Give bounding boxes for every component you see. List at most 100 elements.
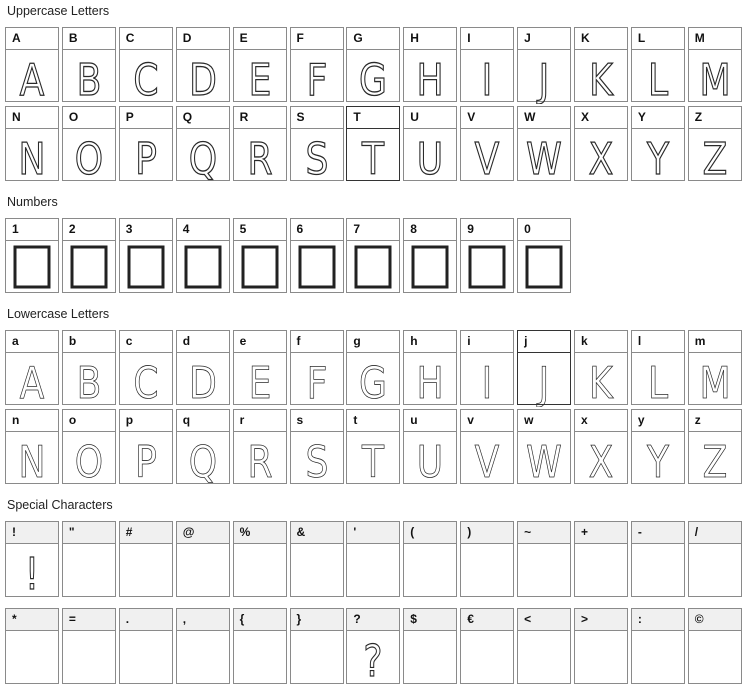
- glyph-cell-lowercase-16: qQ: [175, 409, 230, 486]
- glyph-preview: P: [120, 129, 172, 183]
- glyph-label: 6: [290, 219, 343, 241]
- glyph-preview: L: [632, 50, 684, 104]
- glyph-label: 4: [176, 219, 229, 241]
- svg-text:L: L: [648, 358, 669, 406]
- glyph-preview: [234, 631, 286, 683]
- svg-text:W: W: [526, 134, 562, 182]
- glyph-preview: Z: [689, 432, 741, 486]
- glyph-preview: [461, 631, 513, 683]
- glyph-cell-special-12: /: [687, 521, 742, 597]
- svg-text:T: T: [361, 437, 384, 485]
- glyph-preview: [461, 241, 513, 292]
- glyph-label: .: [119, 609, 172, 631]
- glyph-preview: [234, 544, 286, 596]
- glyph-preview: [347, 241, 399, 292]
- glyph-label: &: [290, 522, 343, 544]
- glyph-cell-lowercase-24: yY: [630, 409, 685, 486]
- svg-text:Q: Q: [188, 134, 216, 182]
- glyph-cell-uppercase-15: PP: [118, 106, 173, 183]
- glyph-cell-uppercase-2: CC: [118, 27, 173, 104]
- glyph-label: #: [119, 522, 172, 544]
- glyph-cell-uppercase-24: YY: [630, 106, 685, 183]
- glyph-cell-lowercase-4: eE: [232, 330, 287, 407]
- glyph-cell-uppercase-20: UU: [403, 106, 458, 183]
- glyph-cell-uppercase-6: GG: [346, 27, 401, 104]
- svg-text:Q: Q: [188, 437, 216, 485]
- glyph-label: (: [404, 522, 457, 544]
- svg-text:A: A: [20, 55, 45, 103]
- glyph-preview: !: [6, 544, 58, 598]
- glyph-cell-special-23: >: [574, 608, 628, 684]
- svg-text:R: R: [247, 134, 272, 182]
- glyph-preview: B: [63, 50, 115, 104]
- glyph-cell-lowercase-6: gG: [346, 330, 401, 407]
- glyph-preview: J: [518, 353, 570, 407]
- glyph-label: $: [404, 609, 457, 631]
- glyph-label: ': [347, 522, 400, 544]
- glyph-cell-lowercase-3: dD: [175, 330, 230, 407]
- glyph-cell-lowercase-2: cC: [118, 330, 173, 407]
- glyph-label: €: [461, 609, 514, 631]
- glyph-cell-uppercase-18: SS: [289, 106, 344, 183]
- svg-text:F: F: [306, 55, 327, 103]
- glyph-label: 3: [119, 219, 172, 241]
- svg-text:N: N: [19, 437, 46, 485]
- glyph-preview: [518, 544, 570, 596]
- svg-text:X: X: [589, 134, 614, 182]
- glyph-preview: H: [404, 353, 456, 407]
- svg-text:K: K: [589, 358, 614, 406]
- glyph-cell-lowercase-18: sS: [289, 409, 344, 486]
- glyph-label: 5: [233, 219, 286, 241]
- glyph-cell-special-5: &: [289, 521, 344, 597]
- glyph-label: 2: [62, 219, 115, 241]
- glyph-cell-lowercase-1: bB: [61, 330, 116, 407]
- svg-text:X: X: [589, 437, 614, 485]
- glyph-preview: F: [291, 50, 343, 104]
- svg-text:V: V: [475, 437, 500, 485]
- glyph-label: ": [62, 522, 115, 544]
- numbers-section-title: Numbers: [7, 195, 58, 209]
- glyph-preview: [575, 631, 627, 683]
- glyph-preview: Y: [632, 432, 684, 486]
- glyph-preview: [632, 544, 684, 596]
- glyph-cell-uppercase-19: TT: [346, 106, 401, 183]
- glyph-preview: A: [6, 353, 58, 407]
- glyph-cell-lowercase-20: uU: [403, 409, 458, 486]
- svg-text:V: V: [475, 134, 500, 182]
- glyph-cell-uppercase-17: RR: [232, 106, 287, 183]
- glyph-label: =: [62, 609, 115, 631]
- glyph-preview: [120, 544, 172, 596]
- glyph-label: <: [518, 609, 571, 631]
- glyph-preview: [177, 241, 229, 292]
- svg-text:B: B: [77, 55, 102, 103]
- svg-text:Z: Z: [702, 437, 727, 485]
- special-section-title: Special Characters: [7, 498, 113, 512]
- glyph-cell-uppercase-8: II: [460, 27, 515, 104]
- svg-text:?: ?: [364, 637, 383, 685]
- glyph-cell-special-16: ,: [175, 608, 230, 684]
- svg-text:S: S: [305, 437, 328, 485]
- glyph-preview: C: [120, 353, 172, 407]
- glyph-label: /: [688, 522, 741, 544]
- glyph-label: 8: [404, 219, 457, 241]
- glyph-cell-special-24: :: [630, 608, 685, 684]
- glyph-cell-lowercase-19: tT: [346, 409, 401, 486]
- glyph-cell-uppercase-9: JJ: [517, 27, 572, 104]
- glyph-preview: M: [689, 353, 741, 407]
- glyph-label: >: [575, 609, 627, 631]
- glyph-label: ,: [176, 609, 229, 631]
- glyph-cell-lowercase-7: hH: [403, 330, 458, 407]
- glyph-preview: T: [347, 432, 399, 486]
- glyph-cell-lowercase-21: vV: [460, 409, 515, 486]
- svg-text:J: J: [536, 358, 549, 406]
- svg-text:M: M: [699, 55, 730, 103]
- glyph-label: !: [6, 522, 58, 544]
- glyph-cell-uppercase-4: EE: [232, 27, 287, 104]
- glyph-cell-uppercase-25: ZZ: [687, 106, 742, 183]
- glyph-preview: P: [120, 432, 172, 486]
- svg-text:W: W: [526, 437, 562, 485]
- svg-text:U: U: [417, 134, 443, 182]
- glyph-cell-uppercase-23: XX: [574, 106, 628, 183]
- glyph-preview: [63, 631, 115, 683]
- glyph-cell-numbers-3: 4: [175, 218, 230, 293]
